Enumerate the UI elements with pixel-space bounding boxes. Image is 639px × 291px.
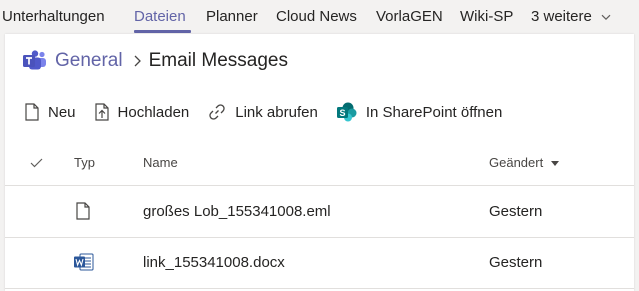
file-row[interactable]: großes Lob_155341008.eml Gestern [5,187,634,238]
file-row[interactable]: link_155341008.docx Gestern [5,238,634,289]
file-modified: Gestern [489,203,543,220]
open-in-sharepoint-button[interactable]: S In SharePoint öffnen [336,102,503,122]
file-name[interactable]: link_155341008.docx [143,254,285,271]
files-panel: General Email Messages Neu Hochladen Lin… [5,34,634,291]
word-doc-icon [74,253,94,271]
column-header-modified-label: Geändert [489,155,544,170]
breadcrumb-current: Email Messages [148,50,288,71]
tab-vorlagen[interactable]: VorlaGEN [376,8,443,25]
link-icon [209,104,225,120]
new-button[interactable]: Neu [25,103,76,121]
breadcrumb-general[interactable]: General [55,50,123,72]
tab-more-label: 3 weitere [531,8,592,25]
chevron-down-icon [601,14,611,20]
file-modified: Gestern [489,254,543,271]
new-file-icon [25,103,39,121]
file-list-header: Typ Name Geändert [5,146,634,186]
column-header-modified[interactable]: Geändert [489,155,559,170]
sharepoint-icon: S [336,102,357,122]
tab-more[interactable]: 3 weitere [531,8,611,25]
generic-file-icon [76,202,90,220]
teams-icon [23,50,46,70]
command-bar: Neu Hochladen Link abrufen S In SharePoi… [25,101,521,123]
get-link-button[interactable]: Link abrufen [208,103,318,121]
tab-dateien[interactable]: Dateien [134,8,186,25]
sort-descending-icon [550,161,559,167]
new-button-label: Neu [48,103,76,121]
active-tab-indicator [134,30,191,33]
chevron-right-icon [134,55,141,67]
column-header-type[interactable]: Typ [74,155,95,170]
select-all-check-icon[interactable] [30,158,43,168]
get-link-button-label: Link abrufen [235,103,318,121]
upload-button[interactable]: Hochladen [94,103,190,121]
upload-icon [94,103,109,121]
column-header-name[interactable]: Name [143,155,178,170]
upload-button-label: Hochladen [117,103,190,121]
file-name[interactable]: großes Lob_155341008.eml [143,203,331,220]
tab-cloud-news[interactable]: Cloud News [276,8,357,25]
breadcrumb: General Email Messages [23,48,288,74]
open-in-sharepoint-label: In SharePoint öffnen [365,103,503,121]
tab-unterhaltungen[interactable]: Unterhaltungen [2,8,105,25]
svg-text:S: S [339,108,345,118]
tab-wiki-sp[interactable]: Wiki-SP [460,8,513,25]
tab-planner[interactable]: Planner [206,8,258,25]
channel-tab-bar: Unterhaltungen Dateien Planner Cloud New… [0,0,639,34]
